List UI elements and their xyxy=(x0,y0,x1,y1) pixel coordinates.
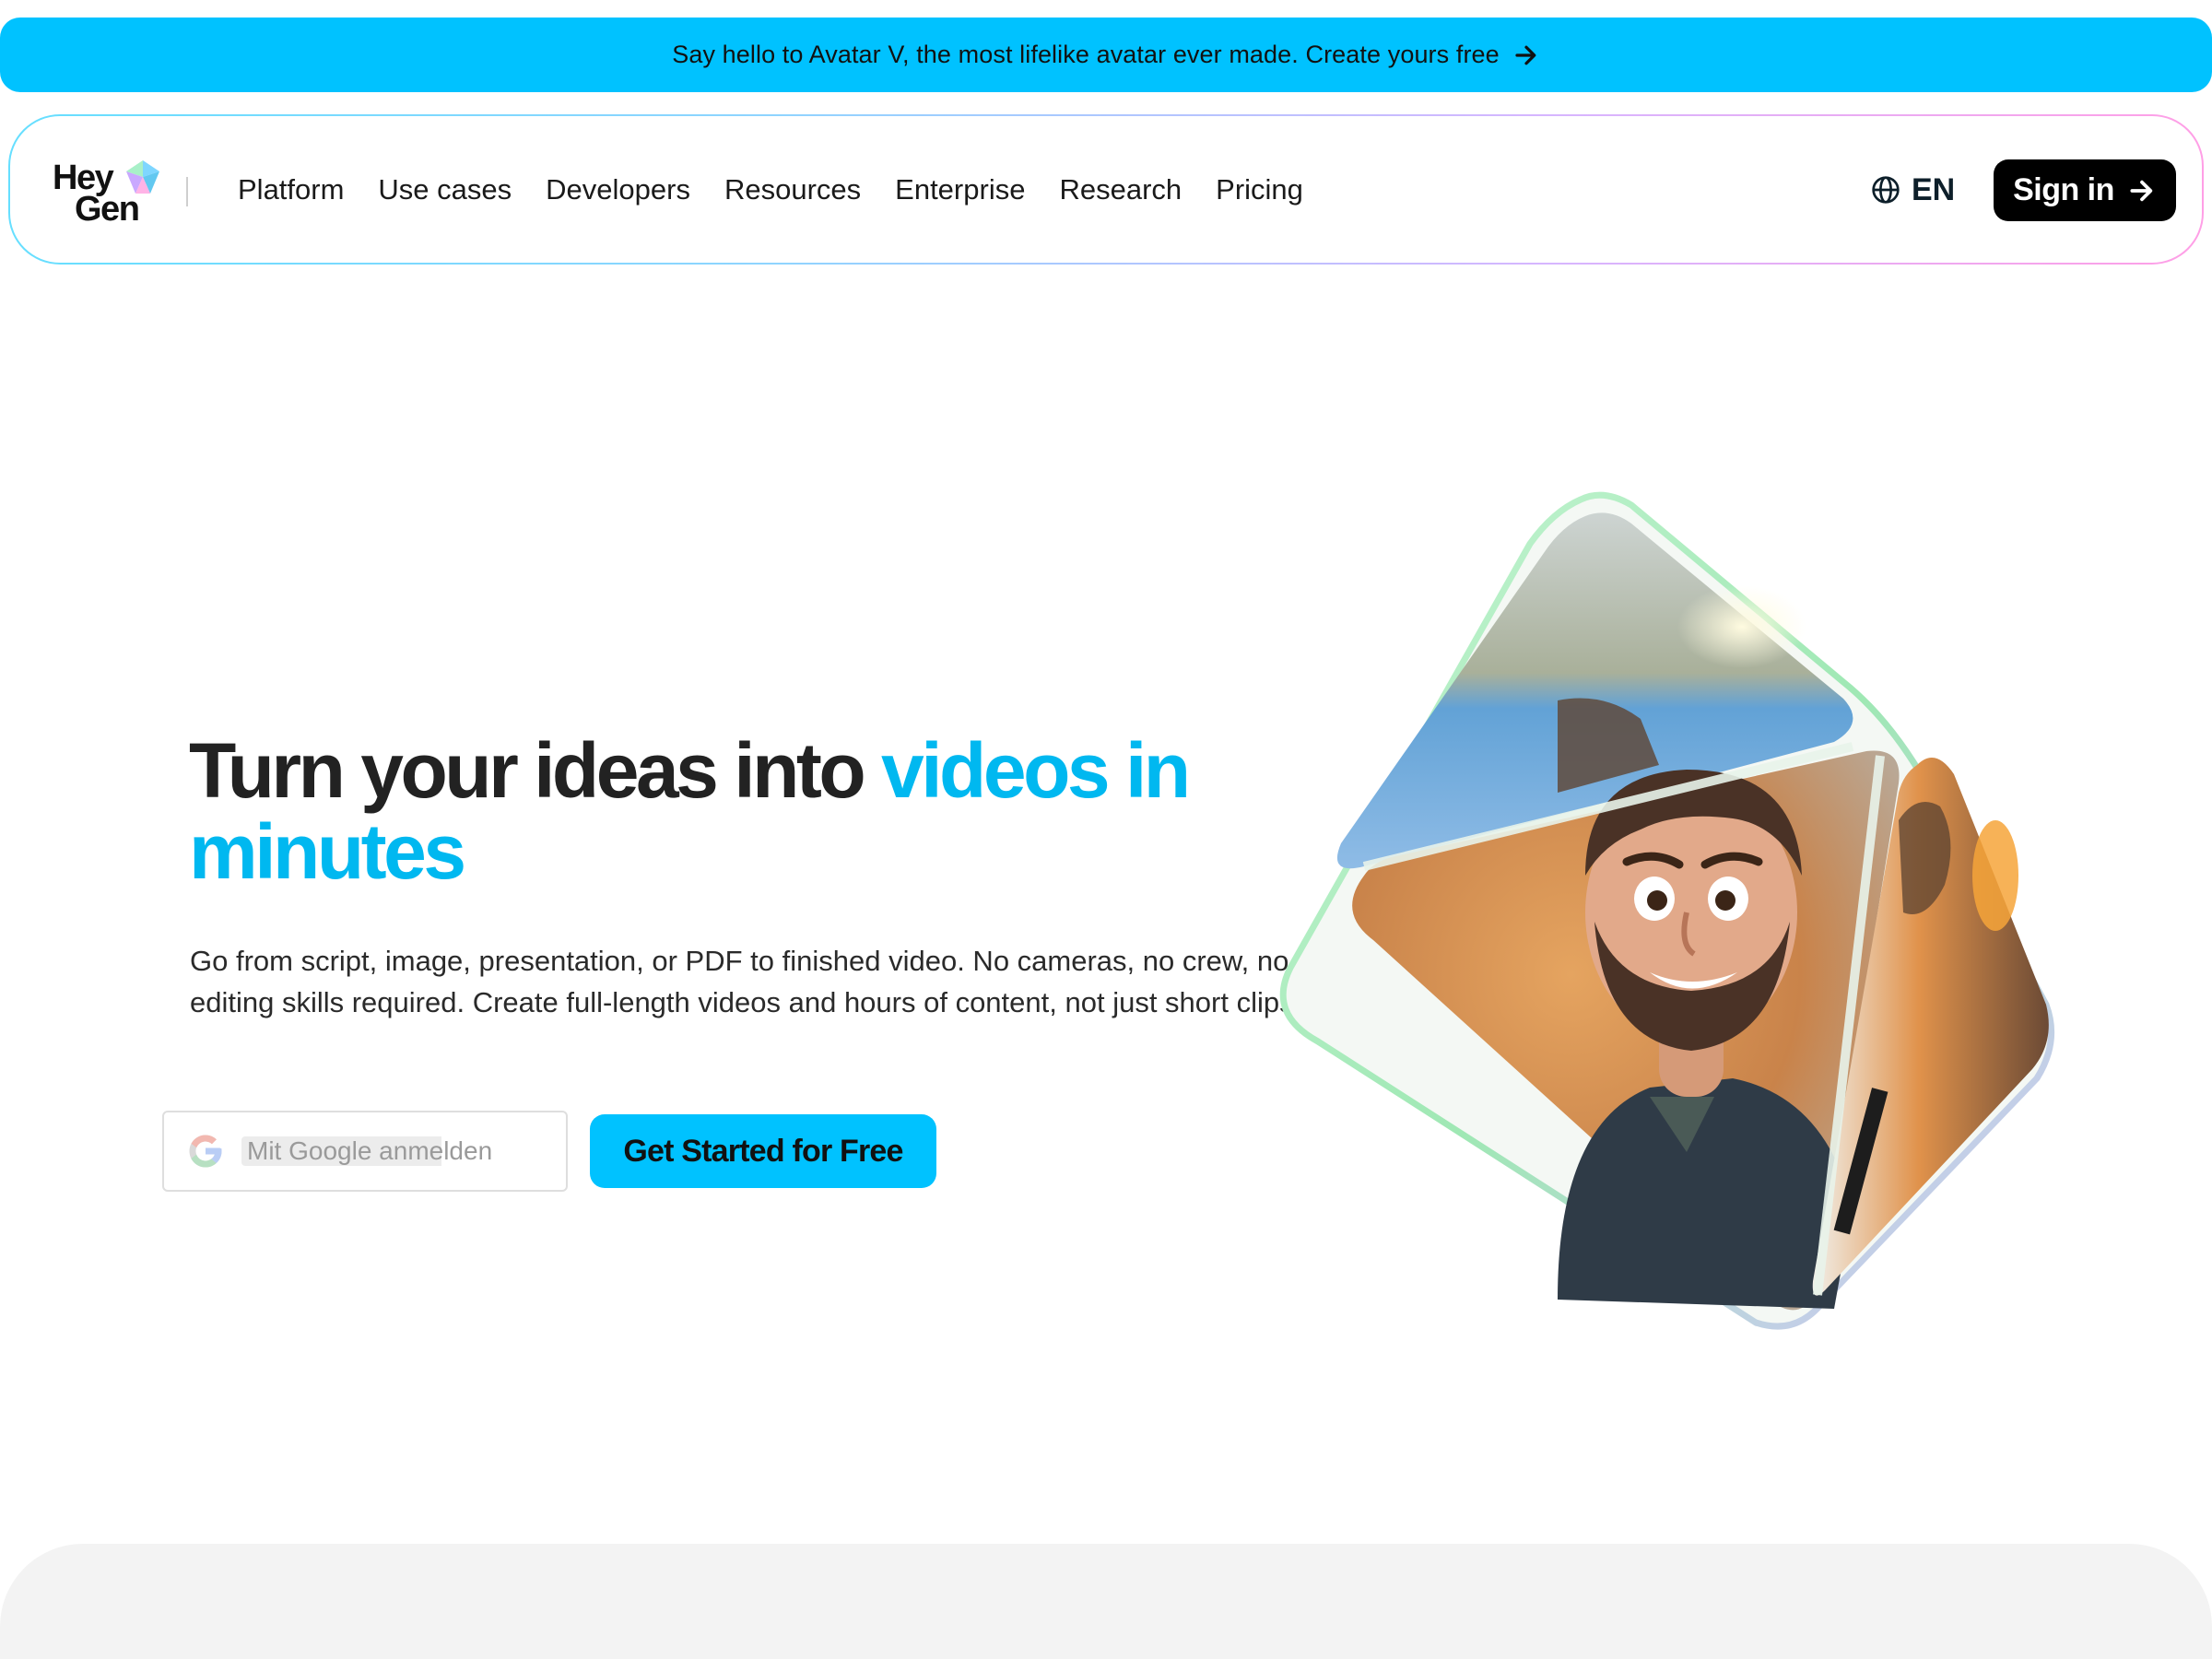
google-icon xyxy=(189,1135,222,1168)
hero-title: Turn your ideas into videos in minutes xyxy=(189,730,1295,892)
nav-link-developers[interactable]: Developers xyxy=(546,173,690,206)
google-signin-button[interactable]: Mit Google anmelden xyxy=(162,1111,568,1192)
nav-link-research[interactable]: Research xyxy=(1059,173,1182,206)
main-nav: Hey Gen Platform Use cases Developers Re… xyxy=(8,114,2204,265)
get-started-button[interactable]: Get Started for Free xyxy=(590,1114,936,1188)
nav-link-use-cases[interactable]: Use cases xyxy=(378,173,512,206)
hero-subtitle: Go from script, image, presentation, or … xyxy=(190,945,1302,1018)
heygen-logo[interactable]: Hey Gen xyxy=(41,155,171,227)
nav-link-platform[interactable]: Platform xyxy=(238,173,344,206)
nav-divider xyxy=(186,177,188,206)
hero-avatar-cube-visual xyxy=(1279,491,2055,1330)
arrow-right-icon xyxy=(1515,45,1536,65)
globe-icon xyxy=(1872,176,1900,204)
next-section-background xyxy=(0,1544,2212,1659)
language-label: EN xyxy=(1912,171,1956,207)
page: Say hello to Avatar V, the most lifelike… xyxy=(0,0,2212,1659)
sign-in-label: Sign in xyxy=(2013,172,2114,207)
announcement-banner[interactable]: Say hello to Avatar V, the most lifelike… xyxy=(0,18,2212,92)
nav-bar: Hey Gen Platform Use cases Developers Re… xyxy=(10,116,2202,263)
nav-link-enterprise[interactable]: Enterprise xyxy=(895,173,1025,206)
arrow-right-icon xyxy=(2130,180,2153,201)
logo-gem-icon xyxy=(126,160,159,194)
google-signin-label: Mit Google anmelden xyxy=(241,1136,499,1166)
nav-link-resources[interactable]: Resources xyxy=(724,173,861,206)
nav-links: Platform Use cases Developers Resources … xyxy=(238,116,1303,263)
sign-in-button[interactable]: Sign in xyxy=(1994,159,2176,221)
hero-title-main: Turn your ideas into xyxy=(189,727,881,814)
announcement-text: Say hello to Avatar V, the most lifelike… xyxy=(672,41,1500,68)
nav-link-pricing[interactable]: Pricing xyxy=(1216,173,1303,206)
language-selector[interactable]: EN xyxy=(1871,170,1955,210)
